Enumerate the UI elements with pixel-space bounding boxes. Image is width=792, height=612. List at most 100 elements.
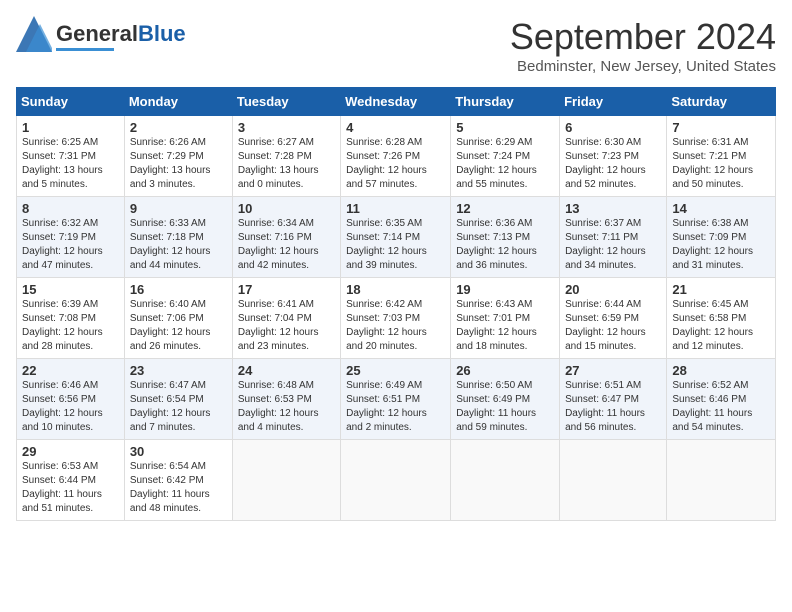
day-number: 25 <box>346 363 445 378</box>
cell-info: Sunrise: 6:28 AMSunset: 7:26 PMDaylight:… <box>346 137 427 190</box>
day-number: 14 <box>672 201 770 216</box>
cell-info: Sunrise: 6:50 AMSunset: 6:49 PMDaylight:… <box>456 380 536 433</box>
cell-info: Sunrise: 6:39 AMSunset: 7:08 PMDaylight:… <box>22 299 103 352</box>
logo: GeneralBlue <box>16 16 186 57</box>
cell-info: Sunrise: 6:29 AMSunset: 7:24 PMDaylight:… <box>456 137 537 190</box>
cell-info: Sunrise: 6:40 AMSunset: 7:06 PMDaylight:… <box>130 299 211 352</box>
cell-info: Sunrise: 6:49 AMSunset: 6:51 PMDaylight:… <box>346 380 427 433</box>
days-header-row: SundayMondayTuesdayWednesdayThursdayFrid… <box>17 88 776 116</box>
cell-info: Sunrise: 6:54 AMSunset: 6:42 PMDaylight:… <box>130 461 210 514</box>
day-of-week-header: Wednesday <box>341 88 451 116</box>
day-of-week-header: Friday <box>560 88 667 116</box>
calendar-cell: 23 Sunrise: 6:47 AMSunset: 6:54 PMDaylig… <box>124 359 232 440</box>
day-number: 9 <box>130 201 227 216</box>
day-number: 5 <box>456 120 554 135</box>
calendar-cell: 19 Sunrise: 6:43 AMSunset: 7:01 PMDaylig… <box>451 278 560 359</box>
cell-info: Sunrise: 6:34 AMSunset: 7:16 PMDaylight:… <box>238 218 319 271</box>
cell-info: Sunrise: 6:35 AMSunset: 7:14 PMDaylight:… <box>346 218 427 271</box>
cell-info: Sunrise: 6:27 AMSunset: 7:28 PMDaylight:… <box>238 137 319 190</box>
cell-info: Sunrise: 6:51 AMSunset: 6:47 PMDaylight:… <box>565 380 645 433</box>
calendar-cell: 5 Sunrise: 6:29 AMSunset: 7:24 PMDayligh… <box>451 116 560 197</box>
day-number: 6 <box>565 120 661 135</box>
calendar-cell <box>451 440 560 521</box>
day-number: 11 <box>346 201 445 216</box>
calendar-cell: 21 Sunrise: 6:45 AMSunset: 6:58 PMDaylig… <box>667 278 776 359</box>
calendar-cell: 7 Sunrise: 6:31 AMSunset: 7:21 PMDayligh… <box>667 116 776 197</box>
month-title: September 2024 <box>510 16 776 58</box>
calendar-cell: 27 Sunrise: 6:51 AMSunset: 6:47 PMDaylig… <box>560 359 667 440</box>
day-number: 29 <box>22 444 119 459</box>
page-header: GeneralBlue September 2024 Bedminster, N… <box>16 16 776 75</box>
day-number: 7 <box>672 120 770 135</box>
calendar-cell: 26 Sunrise: 6:50 AMSunset: 6:49 PMDaylig… <box>451 359 560 440</box>
day-number: 10 <box>238 201 335 216</box>
cell-info: Sunrise: 6:31 AMSunset: 7:21 PMDaylight:… <box>672 137 753 190</box>
day-of-week-header: Sunday <box>17 88 125 116</box>
day-number: 1 <box>22 120 119 135</box>
calendar-cell: 2 Sunrise: 6:26 AMSunset: 7:29 PMDayligh… <box>124 116 232 197</box>
cell-info: Sunrise: 6:30 AMSunset: 7:23 PMDaylight:… <box>565 137 646 190</box>
day-number: 19 <box>456 282 554 297</box>
calendar-cell: 14 Sunrise: 6:38 AMSunset: 7:09 PMDaylig… <box>667 197 776 278</box>
calendar-cell: 6 Sunrise: 6:30 AMSunset: 7:23 PMDayligh… <box>560 116 667 197</box>
cell-info: Sunrise: 6:47 AMSunset: 6:54 PMDaylight:… <box>130 380 211 433</box>
cell-info: Sunrise: 6:36 AMSunset: 7:13 PMDaylight:… <box>456 218 537 271</box>
day-number: 8 <box>22 201 119 216</box>
calendar-cell: 25 Sunrise: 6:49 AMSunset: 6:51 PMDaylig… <box>341 359 451 440</box>
calendar-cell: 8 Sunrise: 6:32 AMSunset: 7:19 PMDayligh… <box>17 197 125 278</box>
day-of-week-header: Thursday <box>451 88 560 116</box>
calendar-table: SundayMondayTuesdayWednesdayThursdayFrid… <box>16 87 776 521</box>
cell-info: Sunrise: 6:43 AMSunset: 7:01 PMDaylight:… <box>456 299 537 352</box>
calendar-cell: 13 Sunrise: 6:37 AMSunset: 7:11 PMDaylig… <box>560 197 667 278</box>
calendar-cell: 1 Sunrise: 6:25 AMSunset: 7:31 PMDayligh… <box>17 116 125 197</box>
calendar-cell: 30 Sunrise: 6:54 AMSunset: 6:42 PMDaylig… <box>124 440 232 521</box>
cell-info: Sunrise: 6:46 AMSunset: 6:56 PMDaylight:… <box>22 380 103 433</box>
cell-info: Sunrise: 6:53 AMSunset: 6:44 PMDaylight:… <box>22 461 102 514</box>
cell-info: Sunrise: 6:41 AMSunset: 7:04 PMDaylight:… <box>238 299 319 352</box>
cell-info: Sunrise: 6:37 AMSunset: 7:11 PMDaylight:… <box>565 218 646 271</box>
day-number: 24 <box>238 363 335 378</box>
day-number: 3 <box>238 120 335 135</box>
calendar-cell: 10 Sunrise: 6:34 AMSunset: 7:16 PMDaylig… <box>232 197 340 278</box>
day-number: 16 <box>130 282 227 297</box>
day-number: 20 <box>565 282 661 297</box>
calendar-cell: 17 Sunrise: 6:41 AMSunset: 7:04 PMDaylig… <box>232 278 340 359</box>
day-number: 21 <box>672 282 770 297</box>
cell-info: Sunrise: 6:26 AMSunset: 7:29 PMDaylight:… <box>130 137 211 190</box>
day-of-week-header: Monday <box>124 88 232 116</box>
calendar-week-row: 15 Sunrise: 6:39 AMSunset: 7:08 PMDaylig… <box>17 278 776 359</box>
calendar-cell <box>560 440 667 521</box>
day-number: 15 <box>22 282 119 297</box>
calendar-cell: 16 Sunrise: 6:40 AMSunset: 7:06 PMDaylig… <box>124 278 232 359</box>
day-number: 22 <box>22 363 119 378</box>
calendar-cell: 29 Sunrise: 6:53 AMSunset: 6:44 PMDaylig… <box>17 440 125 521</box>
day-of-week-header: Tuesday <box>232 88 340 116</box>
location: Bedminster, New Jersey, United States <box>510 58 776 75</box>
calendar-cell <box>341 440 451 521</box>
day-number: 2 <box>130 120 227 135</box>
day-number: 27 <box>565 363 661 378</box>
calendar-cell: 22 Sunrise: 6:46 AMSunset: 6:56 PMDaylig… <box>17 359 125 440</box>
calendar-cell: 3 Sunrise: 6:27 AMSunset: 7:28 PMDayligh… <box>232 116 340 197</box>
day-number: 13 <box>565 201 661 216</box>
calendar-cell: 20 Sunrise: 6:44 AMSunset: 6:59 PMDaylig… <box>560 278 667 359</box>
day-number: 17 <box>238 282 335 297</box>
cell-info: Sunrise: 6:38 AMSunset: 7:09 PMDaylight:… <box>672 218 753 271</box>
day-number: 30 <box>130 444 227 459</box>
title-section: September 2024 Bedminster, New Jersey, U… <box>510 16 776 75</box>
day-number: 12 <box>456 201 554 216</box>
calendar-cell: 28 Sunrise: 6:52 AMSunset: 6:46 PMDaylig… <box>667 359 776 440</box>
calendar-week-row: 22 Sunrise: 6:46 AMSunset: 6:56 PMDaylig… <box>17 359 776 440</box>
day-number: 18 <box>346 282 445 297</box>
cell-info: Sunrise: 6:44 AMSunset: 6:59 PMDaylight:… <box>565 299 646 352</box>
calendar-week-row: 8 Sunrise: 6:32 AMSunset: 7:19 PMDayligh… <box>17 197 776 278</box>
calendar-cell: 4 Sunrise: 6:28 AMSunset: 7:26 PMDayligh… <box>341 116 451 197</box>
calendar-cell <box>667 440 776 521</box>
day-number: 23 <box>130 363 227 378</box>
cell-info: Sunrise: 6:45 AMSunset: 6:58 PMDaylight:… <box>672 299 753 352</box>
day-of-week-header: Saturday <box>667 88 776 116</box>
calendar-cell: 9 Sunrise: 6:33 AMSunset: 7:18 PMDayligh… <box>124 197 232 278</box>
calendar-week-row: 1 Sunrise: 6:25 AMSunset: 7:31 PMDayligh… <box>17 116 776 197</box>
logo-icon <box>16 16 52 57</box>
cell-info: Sunrise: 6:32 AMSunset: 7:19 PMDaylight:… <box>22 218 103 271</box>
